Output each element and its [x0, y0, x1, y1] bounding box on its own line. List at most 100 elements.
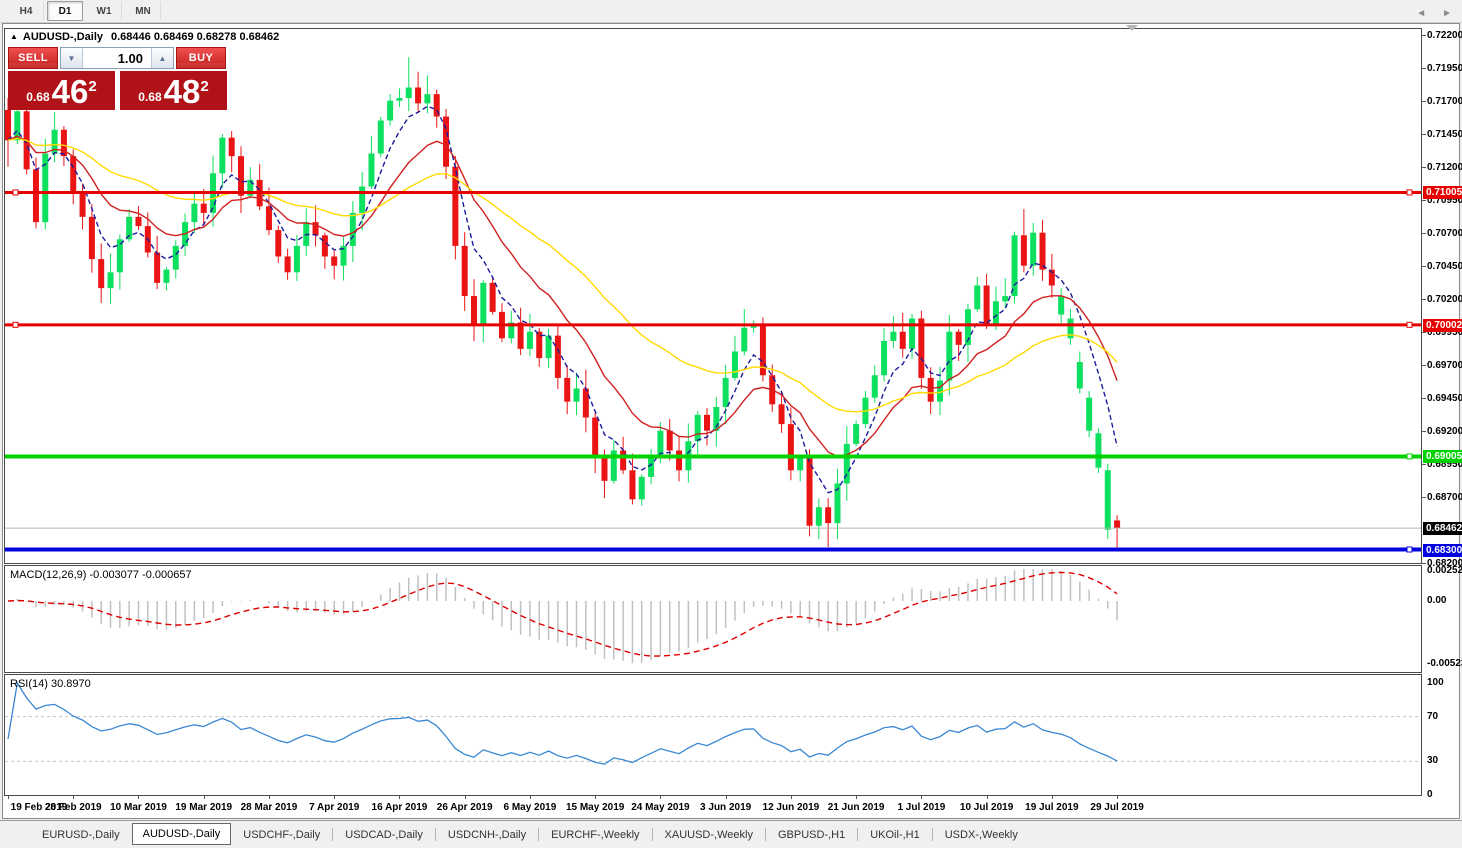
price-axis-tick	[1422, 563, 1426, 564]
time-axis-label: 28 Mar 2019	[232, 802, 306, 813]
price-axis-tick	[1422, 233, 1426, 234]
price-axis-tick	[1422, 266, 1426, 267]
rsi-value: 30.8970	[51, 678, 91, 690]
sell-price-pipette: 2	[88, 78, 96, 95]
chart-tab-usdcad-daily[interactable]: USDCAD-,Daily	[333, 825, 435, 845]
tab-scroll-arrows: ◄ ►	[1416, 8, 1452, 19]
price-axis-label: 0.69450	[1427, 392, 1462, 405]
time-axis-tick	[791, 795, 792, 799]
timeframe-button-d1[interactable]: D1	[47, 1, 83, 21]
buy-price-pipette: 2	[200, 78, 208, 95]
chart-tab-eurusd-daily[interactable]: EURUSD-,Daily	[30, 825, 132, 845]
line-handle[interactable]	[13, 322, 18, 327]
price-axis-tick	[1422, 464, 1426, 465]
symbol-period-label: AUDUSD-,Daily	[23, 31, 103, 43]
line-handle[interactable]	[1407, 454, 1412, 459]
price-axis-tick	[1422, 134, 1426, 135]
price-axis-tick	[1422, 332, 1426, 333]
time-axis-tick	[921, 795, 922, 799]
line-handle[interactable]	[1407, 190, 1412, 195]
line-handle[interactable]	[1407, 547, 1412, 552]
chart-tab-usdx-weekly[interactable]: USDX-,Weekly	[933, 825, 1030, 845]
chart-tab-usdcnh-daily[interactable]: USDCNH-,Daily	[436, 825, 538, 845]
rsi-name: RSI(14)	[10, 678, 48, 690]
time-axis-tick	[987, 795, 988, 799]
chart-shift-marker[interactable]	[1126, 25, 1138, 31]
buy-button[interactable]: BUY	[176, 47, 226, 69]
volume-decrease-button[interactable]: ▼	[61, 48, 83, 68]
price-axis-label: 0.68200	[1427, 557, 1462, 570]
level-price-tag-0.69005: 0.69005	[1423, 450, 1462, 463]
chart-tab-gbpusd-h1[interactable]: GBPUSD-,H1	[766, 825, 857, 845]
rsi-line	[8, 683, 1117, 764]
time-axis-tick	[660, 795, 661, 799]
price-axis-label: 0.70450	[1427, 260, 1462, 273]
timeframe-button-h4[interactable]: H4	[8, 1, 44, 21]
price-axis-tick	[1422, 497, 1426, 498]
price-axis-label: 0.70200	[1427, 293, 1462, 306]
price-axis-tick	[1422, 431, 1426, 432]
time-axis-tick	[334, 795, 335, 799]
time-axis-tick	[8, 795, 9, 799]
timeframe-button-w1[interactable]: W1	[86, 1, 122, 21]
tab-scroll-right-icon[interactable]: ►	[1442, 8, 1452, 19]
volume-increase-button[interactable]: ▲	[151, 48, 173, 68]
macd-histogram	[8, 569, 1117, 663]
buy-price-big: 48	[164, 74, 201, 110]
macd-axis-label: -0.0052344	[1427, 658, 1462, 669]
chart-tab-xauusd-weekly[interactable]: XAUUSD-,Weekly	[653, 825, 765, 845]
time-axis-tick	[204, 795, 205, 799]
price-axis-label: 0.71200	[1427, 161, 1462, 174]
price-axis-tick	[1422, 101, 1426, 102]
sell-button[interactable]: SELL	[8, 47, 58, 69]
time-axis-label: 28 Feb 2019	[36, 802, 110, 813]
chart-tab-bar: EURUSD-,DailyAUDUSD-,DailyUSDCHF-,DailyU…	[0, 820, 1462, 848]
collapse-triangle-icon[interactable]: ▲	[10, 32, 18, 41]
rsi-axis-label: 100	[1427, 677, 1444, 688]
chart-tab-eurchf-weekly[interactable]: EURCHF-,Weekly	[539, 825, 651, 845]
ma-fast-blue	[8, 106, 1117, 492]
time-axis-label: 6 May 2019	[493, 802, 567, 813]
price-axis-label: 0.72200	[1427, 29, 1462, 42]
level-price-tag-0.70002: 0.70002	[1423, 319, 1462, 332]
price-axis-tick	[1422, 200, 1426, 201]
time-axis-tick	[1052, 795, 1053, 799]
time-axis-label: 16 Apr 2019	[362, 802, 436, 813]
time-axis-label: 29 Jul 2019	[1080, 802, 1154, 813]
rsi-axis-label: 30	[1427, 755, 1438, 766]
time-axis-tick	[465, 795, 466, 799]
level-price-tag-0.68300: 0.68300	[1423, 544, 1462, 557]
sell-price-big: 46	[52, 74, 89, 110]
time-axis-label: 10 Mar 2019	[101, 802, 175, 813]
macd-values: -0.003077 -0.000657	[89, 569, 191, 581]
chart-tab-ukoil-h1[interactable]: UKOil-,H1	[858, 825, 932, 845]
price-axis-label: 0.69700	[1427, 359, 1462, 372]
chart-tab-audusd-daily[interactable]: AUDUSD-,Daily	[132, 823, 232, 845]
sell-price-panel[interactable]: 0.68 46 2	[8, 71, 115, 110]
tab-scroll-left-icon[interactable]: ◄	[1416, 8, 1426, 19]
chart-tab-usdchf-daily[interactable]: USDCHF-,Daily	[231, 825, 332, 845]
sell-price-prefix: 0.68	[26, 90, 49, 104]
price-axis-label: 0.71950	[1427, 62, 1462, 75]
time-axis-label: 7 Apr 2019	[297, 802, 371, 813]
mt4-terminal: H4D1W1MN ▲ AUDUSD-,Daily 0.68446 0.68469 0…	[0, 0, 1462, 848]
time-axis-tick	[1117, 795, 1118, 799]
volume-input[interactable]	[83, 48, 151, 68]
ohlc-values: 0.68446 0.68469 0.68278 0.68462	[111, 31, 279, 43]
rsi-label: RSI(14) 30.8970	[10, 678, 91, 690]
macd-indicator-chart[interactable]	[5, 566, 1421, 672]
price-axis-tick	[1422, 35, 1426, 36]
time-axis-tick	[595, 795, 596, 799]
candles[interactable]	[5, 57, 1120, 547]
timeframe-button-mn[interactable]: MN	[125, 1, 161, 21]
time-axis-label: 10 Jul 2019	[950, 802, 1024, 813]
rsi-indicator-chart[interactable]	[5, 675, 1421, 795]
line-handle[interactable]	[13, 190, 18, 195]
time-axis-label: 21 Jun 2019	[819, 802, 893, 813]
price-axis-label: 0.68700	[1427, 491, 1462, 504]
time-axis-label: 3 Jun 2019	[689, 802, 763, 813]
line-handle[interactable]	[1407, 322, 1412, 327]
macd-axis-label: 0.00	[1427, 595, 1446, 606]
buy-price-panel[interactable]: 0.68 48 2	[120, 71, 227, 110]
price-axis-label: 0.71700	[1427, 95, 1462, 108]
